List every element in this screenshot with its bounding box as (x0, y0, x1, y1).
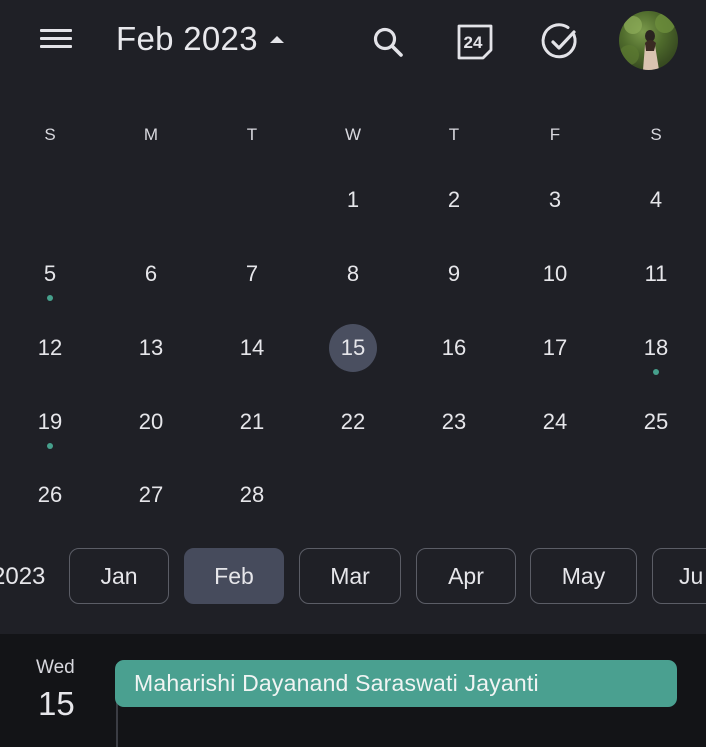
month-chip-mar[interactable]: Mar (299, 548, 401, 604)
event-chip[interactable]: Maharishi Dayanand Saraswati Jayanti (115, 660, 677, 707)
day-cell[interactable]: 6 (127, 250, 175, 298)
weekday-label: T (448, 125, 460, 144)
day-cell[interactable]: 12 (26, 324, 74, 372)
day-cell[interactable]: 9 (430, 250, 478, 298)
caret-up-icon (269, 35, 284, 43)
weekday-label: S (650, 125, 662, 144)
tasks-check-icon[interactable] (539, 20, 583, 64)
day-cell[interactable]: 14 (228, 324, 276, 372)
day-cell[interactable]: 21 (228, 398, 276, 446)
weekday-label: F (549, 125, 561, 144)
agenda-day-of-week: Wed (36, 657, 75, 678)
day-cell[interactable]: 27 (127, 471, 175, 519)
weekday-label: W (344, 125, 362, 144)
day-cell[interactable]: 4 (632, 176, 680, 224)
day-cell[interactable]: 20 (127, 398, 175, 446)
day-cell[interactable]: 28 (228, 471, 276, 519)
month-chip-apr[interactable]: Apr (416, 548, 516, 604)
event-title: Maharishi Dayanand Saraswati Jayanti (134, 670, 539, 696)
year-label: 2023 (0, 563, 46, 590)
day-cell[interactable]: 7 (228, 250, 276, 298)
day-cell[interactable]: 2 (430, 176, 478, 224)
day-cell[interactable]: 10 (531, 250, 579, 298)
month-selector[interactable]: Feb 2023 (116, 20, 284, 58)
top-app-bar: Feb 2023 24 (0, 0, 706, 86)
day-cell[interactable]: 8 (329, 250, 377, 298)
weekday-label: T (246, 125, 258, 144)
day-cell[interactable]: 18 (632, 324, 680, 372)
agenda-day-number: 15 (38, 685, 75, 722)
month-chip-jan[interactable]: Jan (69, 548, 169, 604)
month-chip-ju[interactable]: Ju (652, 548, 706, 604)
day-cell[interactable]: 17 (531, 324, 579, 372)
avatar[interactable] (619, 11, 678, 70)
search-icon[interactable] (366, 20, 410, 64)
day-cell[interactable]: 16 (430, 324, 478, 372)
month-chip-may[interactable]: May (530, 548, 637, 604)
day-cell[interactable]: 22 (329, 398, 377, 446)
weekday-label: S (44, 125, 56, 144)
day-cell[interactable]: 25 (632, 398, 680, 446)
menu-icon[interactable] (38, 24, 78, 60)
agenda-section: Wed 15 Maharishi Dayanand Saraswati Jaya… (0, 634, 706, 747)
day-cell[interactable]: 24 (531, 398, 579, 446)
day-cell[interactable]: 5 (26, 250, 74, 298)
month-strip: 2023 Jan Feb Mar AprMay Ju (0, 546, 706, 608)
day-cell[interactable]: 1 (329, 176, 377, 224)
day-cell[interactable]: 19 (26, 398, 74, 446)
day-cell[interactable]: 26 (26, 471, 74, 519)
today-icon-day: 24 (464, 33, 483, 52)
day-cell[interactable]: 3 (531, 176, 579, 224)
page-title: Feb 2023 (116, 20, 258, 57)
event-indicator-dot (47, 443, 53, 449)
day-cell[interactable]: 23 (430, 398, 478, 446)
day-cell[interactable]: 13 (127, 324, 175, 372)
day-cell-selected[interactable]: 15 (329, 324, 377, 372)
day-cell[interactable]: 11 (632, 250, 680, 298)
weekday-label: M (143, 125, 159, 144)
month-chip-feb[interactable]: Feb (184, 548, 284, 604)
event-indicator-dot (653, 369, 659, 375)
today-calendar-icon[interactable]: 24 (453, 20, 497, 64)
event-indicator-dot (47, 295, 53, 301)
